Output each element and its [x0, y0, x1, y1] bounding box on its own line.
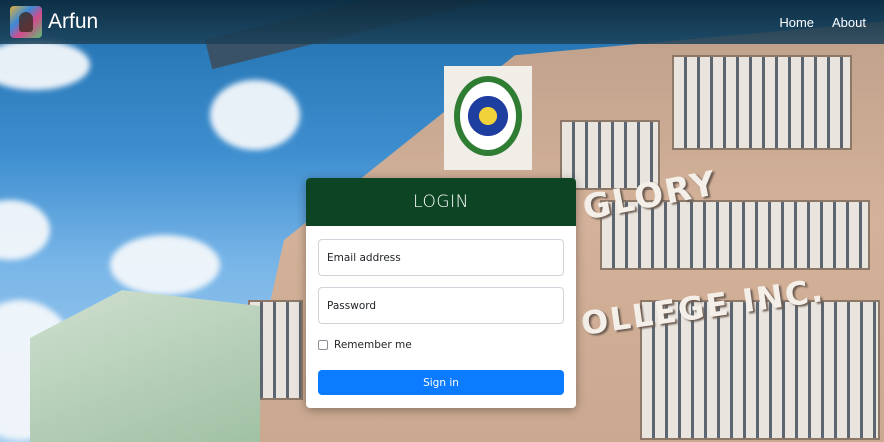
- remember-me[interactable]: Remember me: [318, 337, 564, 353]
- window-row: [672, 55, 852, 150]
- brand-name: Arfun: [48, 10, 99, 33]
- email-input[interactable]: [318, 239, 564, 276]
- login-card: LOGIN Remember me Sign in: [306, 178, 576, 408]
- school-seal: [444, 66, 532, 170]
- password-input[interactable]: [318, 287, 564, 324]
- nav-link-about[interactable]: About: [832, 15, 866, 30]
- top-navbar: Arfun Home About: [0, 0, 884, 44]
- remember-me-label: Remember me: [334, 339, 412, 351]
- cloud: [210, 80, 300, 150]
- brand-link[interactable]: Arfun: [10, 6, 98, 38]
- login-card-header: LOGIN: [306, 178, 576, 226]
- remember-me-checkbox[interactable]: [318, 340, 328, 350]
- sign-in-button[interactable]: Sign in: [318, 370, 564, 395]
- brand-logo-icon: [10, 6, 42, 38]
- cloud: [110, 235, 220, 295]
- nav-links: Home About: [779, 15, 866, 30]
- login-card-body: Remember me Sign in: [306, 226, 576, 395]
- nav-link-home[interactable]: Home: [779, 15, 814, 30]
- login-title: LOGIN: [413, 192, 469, 212]
